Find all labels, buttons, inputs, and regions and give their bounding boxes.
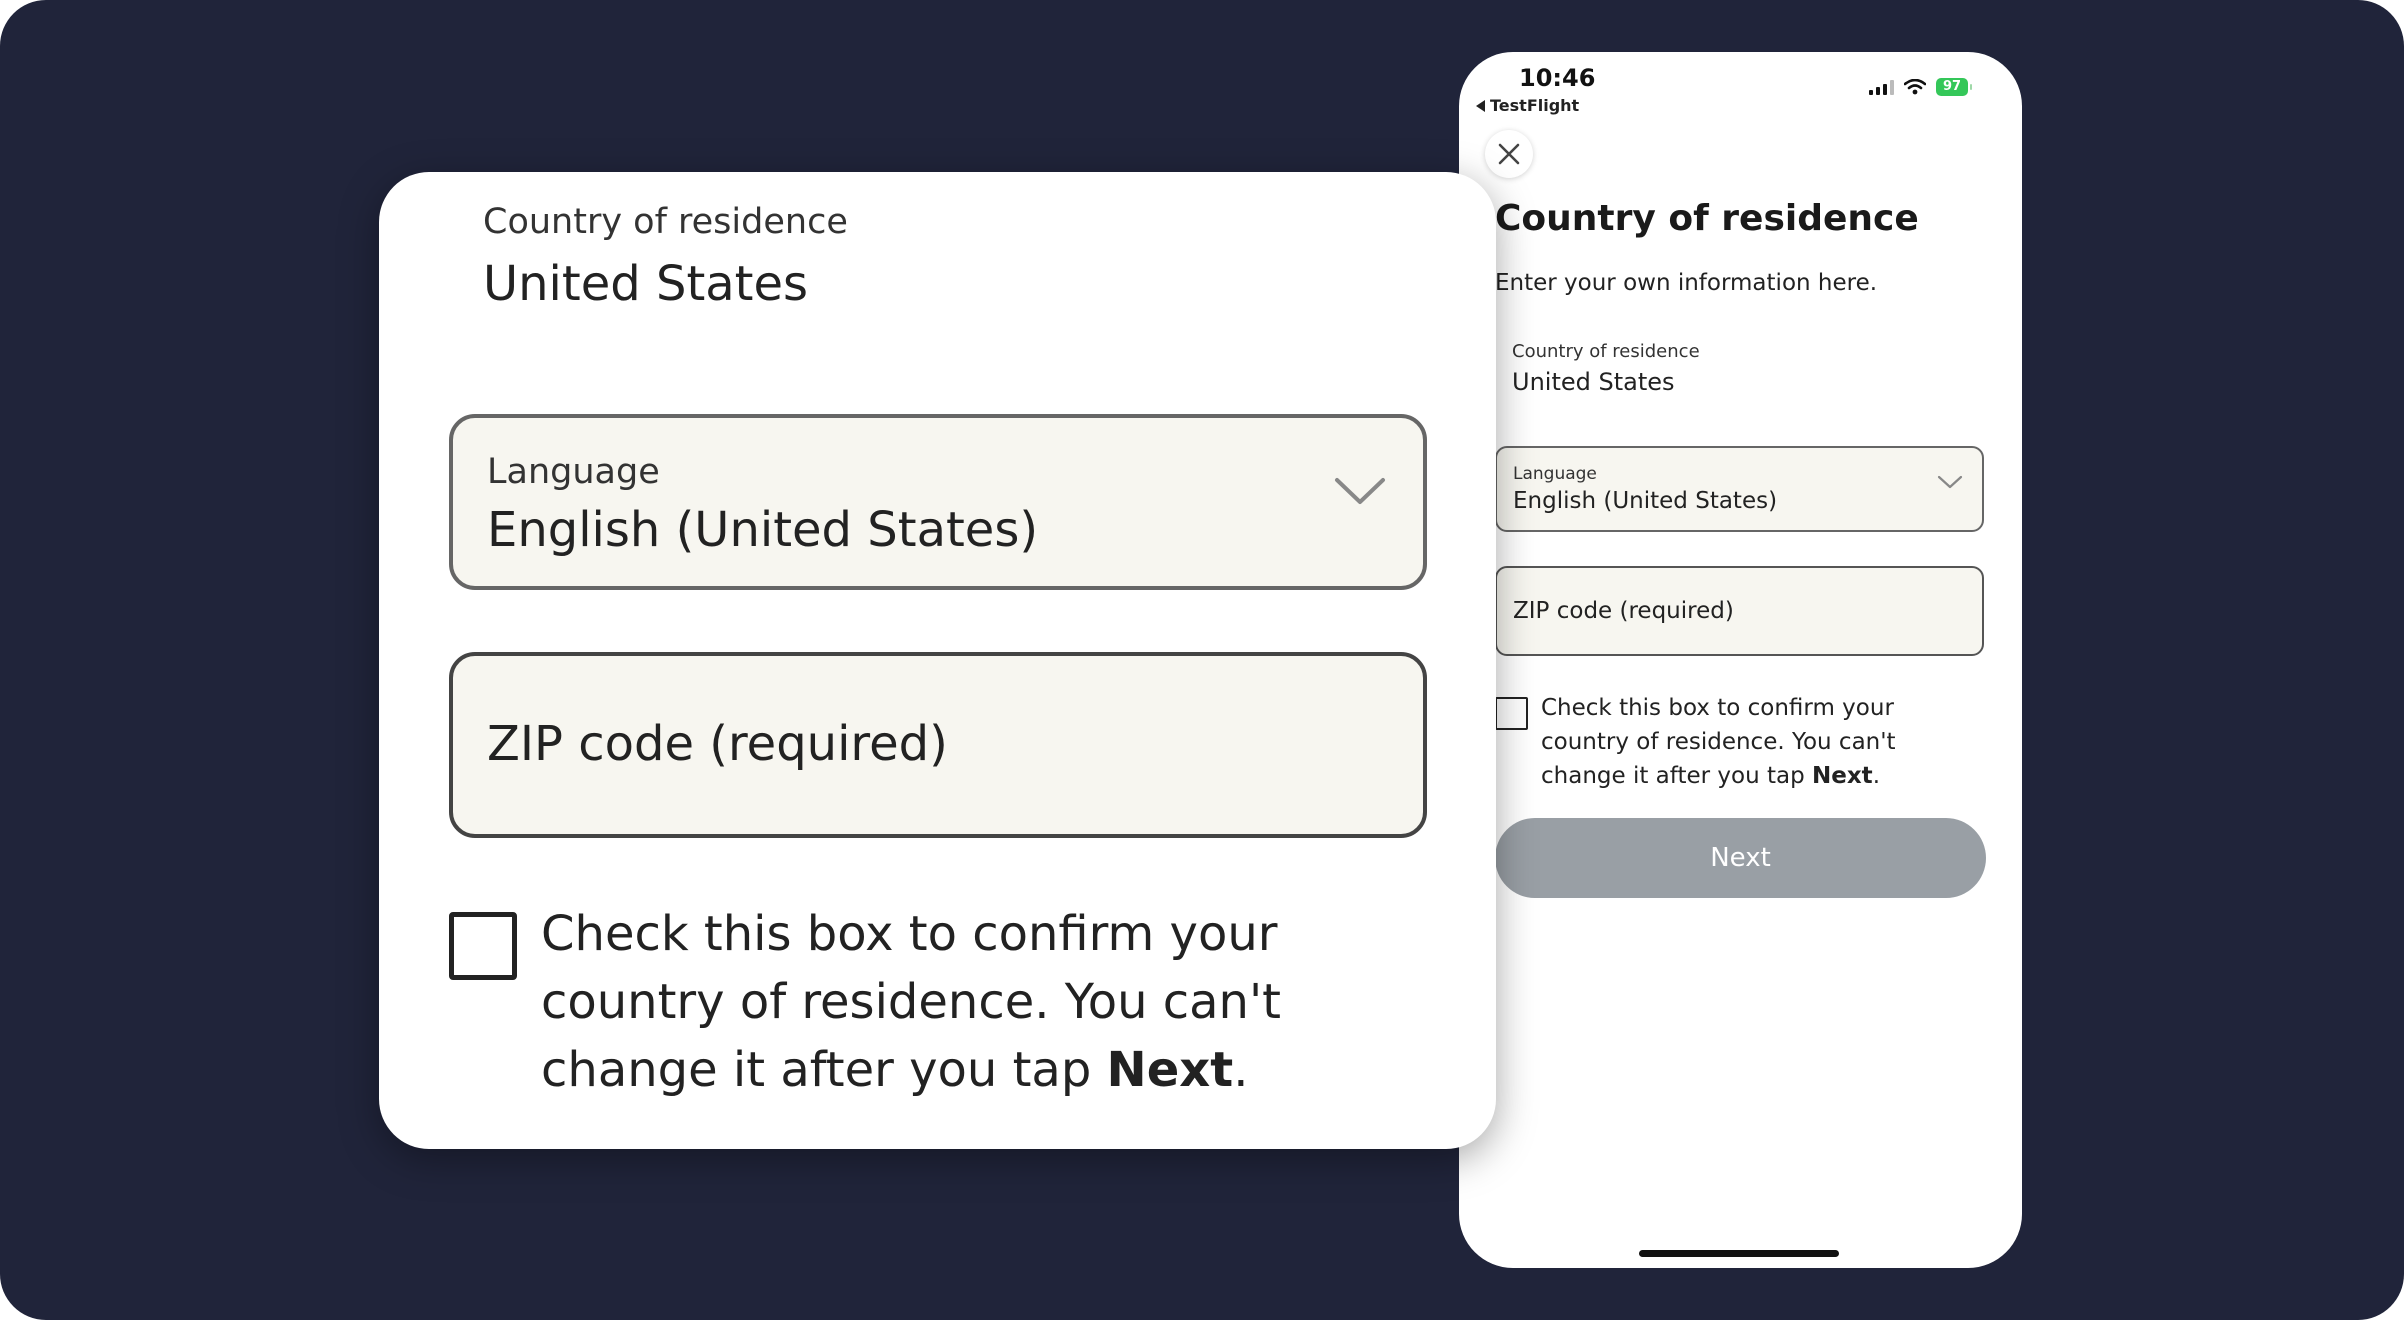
country-of-residence-value: United States: [1512, 368, 1675, 396]
back-app-label: TestFlight: [1490, 96, 1580, 115]
zip-code-placeholder: ZIP code (required): [1513, 598, 1734, 624]
presentation-background: 10:46 TestFlight 97 Country of residence…: [0, 0, 2404, 1320]
close-button[interactable]: [1485, 130, 1533, 178]
chevron-down-icon: [1937, 475, 1963, 489]
zip-code-field[interactable]: ZIP code (required): [1495, 566, 1984, 656]
zoom-zip-code-field[interactable]: ZIP code (required): [449, 652, 1427, 838]
language-label: Language: [1513, 464, 1597, 484]
status-icons: 97: [1869, 78, 1972, 96]
wifi-icon: [1904, 79, 1926, 95]
page-title: Country of residence: [1495, 198, 1919, 239]
zoom-country-of-residence-label: Country of residence: [483, 202, 848, 242]
zoom-confirm-residence-checkbox[interactable]: [449, 912, 517, 980]
zoom-confirm-residence-text: Check this box to confirm your country o…: [541, 906, 1281, 1098]
zoom-language-label: Language: [487, 452, 660, 492]
next-button[interactable]: Next: [1495, 818, 1986, 898]
phone-screen: 10:46 TestFlight 97 Country of residence…: [1459, 52, 2022, 1268]
zoom-zip-code-placeholder: ZIP code (required): [487, 716, 948, 772]
country-of-residence-label: Country of residence: [1512, 341, 1700, 362]
zoom-country-of-residence-value: United States: [483, 256, 809, 312]
close-icon: [1498, 143, 1520, 165]
page-subtitle: Enter your own information here.: [1495, 270, 1878, 296]
confirm-residence-text: Check this box to confirm your country o…: [1541, 695, 1896, 789]
zoom-language-select[interactable]: Language English (United States): [449, 414, 1427, 590]
back-arrow-icon: [1476, 99, 1485, 112]
language-value: English (United States): [1513, 488, 1778, 514]
back-to-app-link[interactable]: TestFlight: [1476, 96, 1579, 115]
zoomed-form-card: Country of residence United States Langu…: [379, 172, 1496, 1149]
language-select[interactable]: Language English (United States): [1495, 446, 1984, 532]
status-time: 10:46: [1519, 64, 1596, 92]
signal-icon: [1869, 79, 1894, 95]
confirm-residence-checkbox[interactable]: [1495, 697, 1528, 730]
zoom-language-value: English (United States): [487, 502, 1039, 558]
home-indicator: [1639, 1250, 1839, 1257]
chevron-down-icon: [1335, 478, 1385, 504]
battery-icon: 97: [1936, 78, 1972, 96]
